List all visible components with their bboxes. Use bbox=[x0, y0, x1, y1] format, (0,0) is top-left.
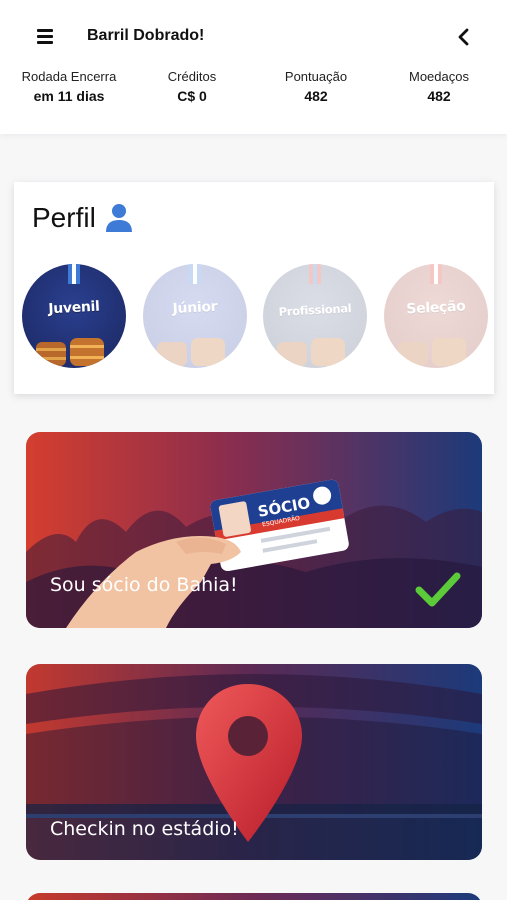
app-title: Barril Dobrado! bbox=[87, 27, 205, 44]
socio-card[interactable]: SÓCIO ESQUADRÃO Sou sócio do Bahia! bbox=[26, 432, 482, 628]
checkin-label: Checkin no estádio! bbox=[50, 818, 239, 840]
level-label: Júnior bbox=[172, 298, 218, 318]
stat-label: Rodada Encerra bbox=[21, 69, 117, 84]
socio-label: Sou sócio do Bahia! bbox=[50, 574, 238, 596]
barrels-icon bbox=[398, 338, 466, 366]
stat-label: Créditos bbox=[167, 69, 217, 84]
stat-coins: Moedaços 482 bbox=[377, 68, 501, 107]
chevron-left-icon[interactable] bbox=[456, 28, 472, 46]
hamburger-menu-icon[interactable] bbox=[37, 29, 53, 45]
stat-value: em 11 dias bbox=[33, 88, 105, 104]
next-action-card[interactable] bbox=[26, 893, 482, 900]
barrels-icon bbox=[157, 338, 225, 366]
level-juvenil[interactable]: Juvenil bbox=[22, 264, 126, 368]
top-bar: Barril Dobrado! Rodada Encerra em 11 dia… bbox=[0, 0, 507, 134]
level-junior[interactable]: Júnior bbox=[143, 264, 247, 368]
stat-value: 482 bbox=[304, 88, 328, 104]
ribbon-icon bbox=[68, 264, 80, 284]
profile-card: Perfil Juvenil Júnior Profissional Seleç… bbox=[14, 182, 494, 394]
level-label: Juvenil bbox=[47, 298, 101, 318]
ribbon-icon bbox=[430, 264, 442, 284]
stat-round-ends: Rodada Encerra em 11 dias bbox=[7, 68, 131, 107]
checkin-card[interactable]: Checkin no estádio! bbox=[26, 664, 482, 860]
barrels-icon bbox=[277, 338, 345, 366]
level-selecao[interactable]: Seleção bbox=[384, 264, 488, 368]
stat-label: Pontuação bbox=[284, 69, 348, 84]
user-icon bbox=[106, 204, 132, 232]
stat-value: 482 bbox=[427, 88, 451, 104]
stat-credits: Créditos C$ 0 bbox=[130, 68, 254, 107]
barrels-icon bbox=[36, 338, 104, 366]
level-label: Profissional bbox=[278, 301, 352, 319]
stat-value: C$ 0 bbox=[177, 88, 207, 104]
level-label: Seleção bbox=[406, 298, 466, 318]
stat-label: Moedaços bbox=[409, 69, 469, 84]
check-icon bbox=[415, 572, 461, 607]
stat-score: Pontuação 482 bbox=[254, 68, 378, 107]
ribbon-icon bbox=[309, 264, 321, 284]
level-profissional[interactable]: Profissional bbox=[263, 264, 367, 368]
stats-row: Rodada Encerra em 11 dias Créditos C$ 0 … bbox=[0, 68, 507, 118]
profile-title: Perfil bbox=[32, 202, 96, 233]
ribbon-icon bbox=[189, 264, 201, 284]
